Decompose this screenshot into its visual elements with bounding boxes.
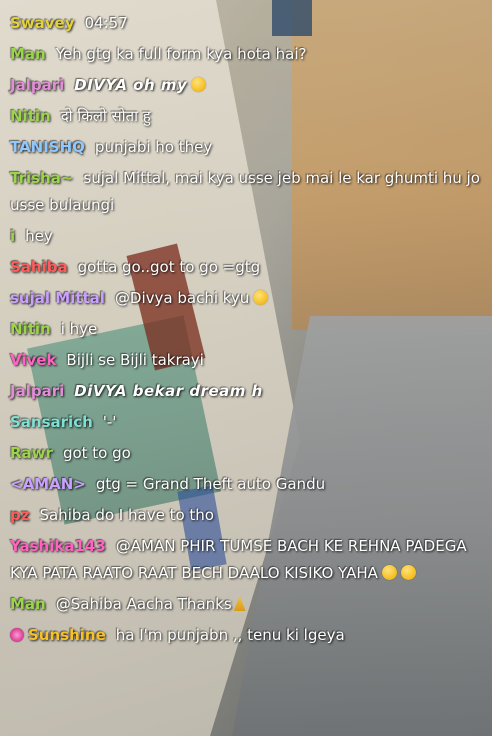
chat-username[interactable]: Rawr	[10, 444, 53, 462]
chat-text: Bijli se Bijli takrayi	[66, 351, 204, 369]
chat-message: pz Sahiba do I have to tho	[10, 502, 482, 529]
chat-text: @Sahiba Aacha Thanks	[55, 595, 232, 613]
chat-username[interactable]: sujal Mittal	[10, 289, 105, 307]
chat-message: Yashika143 @AMAN PHIR TUMSE BACH KE REHNA…	[10, 533, 482, 587]
laughing-emoji-icon	[400, 565, 416, 580]
chat-text: Yeh gtg ka full form kya hota hai?	[55, 45, 307, 63]
chat-text: 04:57	[84, 14, 128, 32]
chat-username[interactable]: Sunshine	[28, 626, 106, 644]
chat-username[interactable]: <AMAN>	[10, 475, 86, 493]
chat-text: '-'	[102, 413, 117, 431]
chat-message: Vivek Bijli se Bijli takrayi	[10, 347, 482, 374]
chat-message: i hey	[10, 223, 482, 250]
user-badge-icon	[10, 628, 24, 642]
chat-message: Nitin i hye	[10, 316, 482, 343]
chat-message: Man @Sahiba Aacha Thanks	[10, 591, 482, 618]
chat-username[interactable]: Sahiba	[10, 258, 68, 276]
chat-message: Jalpari DIVYA oh my	[10, 72, 482, 99]
chat-text: @Divya bachi kyu	[114, 289, 250, 307]
smiley-emoji-icon	[191, 77, 207, 92]
chat-username[interactable]: Man	[10, 45, 46, 63]
chat-username[interactable]: Nitin	[10, 320, 51, 338]
chat-text: i hye	[60, 320, 98, 338]
chat-username[interactable]: i	[10, 227, 15, 245]
chat-text: punjabi ho they	[94, 138, 213, 156]
chat-overlay: Swavey 04:57 Man Yeh gtg ka full form kya …	[0, 0, 492, 736]
chat-message: Man Yeh gtg ka full form kya hota hai?	[10, 41, 482, 68]
chat-text: hey	[25, 227, 53, 245]
chat-text: gotta go..got to go =gtg	[77, 258, 261, 276]
chat-message: sujal Mittal @Divya bachi kyu	[10, 285, 482, 312]
chat-text: ha I'm punjabn ,, tenu ki lgeya	[115, 626, 345, 644]
chat-message: Sunshine ha I'm punjabn ,, tenu ki lgeya	[10, 622, 482, 649]
praying-hands-icon	[233, 596, 246, 611]
chat-message: Sansarich '-'	[10, 409, 482, 436]
chat-text: दो किलो सोता हु	[60, 107, 151, 125]
chat-message: <AMAN> gtg = Grand Theft auto Gandu	[10, 471, 482, 498]
chat-text: got to go	[62, 444, 131, 462]
chat-text: gtg = Grand Theft auto Gandu	[95, 475, 326, 493]
chat-text: DiVYA bekar dream h	[74, 382, 263, 400]
chat-message: Sahiba gotta go..got to go =gtg	[10, 254, 482, 281]
chat-username[interactable]: Sansarich	[10, 413, 93, 431]
chat-username[interactable]: Nitin	[10, 107, 51, 125]
chat-text: DIVYA oh my	[74, 76, 188, 94]
thinking-emoji-icon	[253, 290, 269, 305]
chat-username[interactable]: Vivek	[10, 351, 56, 369]
chat-username[interactable]: Man	[10, 595, 46, 613]
chat-username[interactable]: Trisha~	[10, 169, 73, 187]
chat-username[interactable]: Swavey	[10, 14, 75, 32]
chat-message: Trisha~ sujal Mittal, mai kya usse jeb ma…	[10, 165, 482, 219]
chat-message: Swavey 04:57	[10, 10, 482, 37]
laughing-emoji-icon	[381, 565, 397, 580]
chat-text: sujal Mittal, mai kya usse jeb mai le ka…	[10, 169, 480, 214]
chat-username[interactable]: Jalpari	[10, 382, 64, 400]
chat-username[interactable]: pz	[10, 506, 29, 524]
chat-message: Rawr got to go	[10, 440, 482, 467]
chat-message: Nitin दो किलो सोता हु	[10, 103, 482, 130]
chat-username[interactable]: TANISHQ	[10, 138, 85, 156]
chat-text: Sahiba do I have to tho	[39, 506, 214, 524]
chat-username[interactable]: Jalpari	[10, 76, 64, 94]
chat-username[interactable]: Yashika143	[10, 537, 106, 555]
chat-message: TANISHQ punjabi ho they	[10, 134, 482, 161]
chat-message: Jalpari DiVYA bekar dream h	[10, 378, 482, 405]
